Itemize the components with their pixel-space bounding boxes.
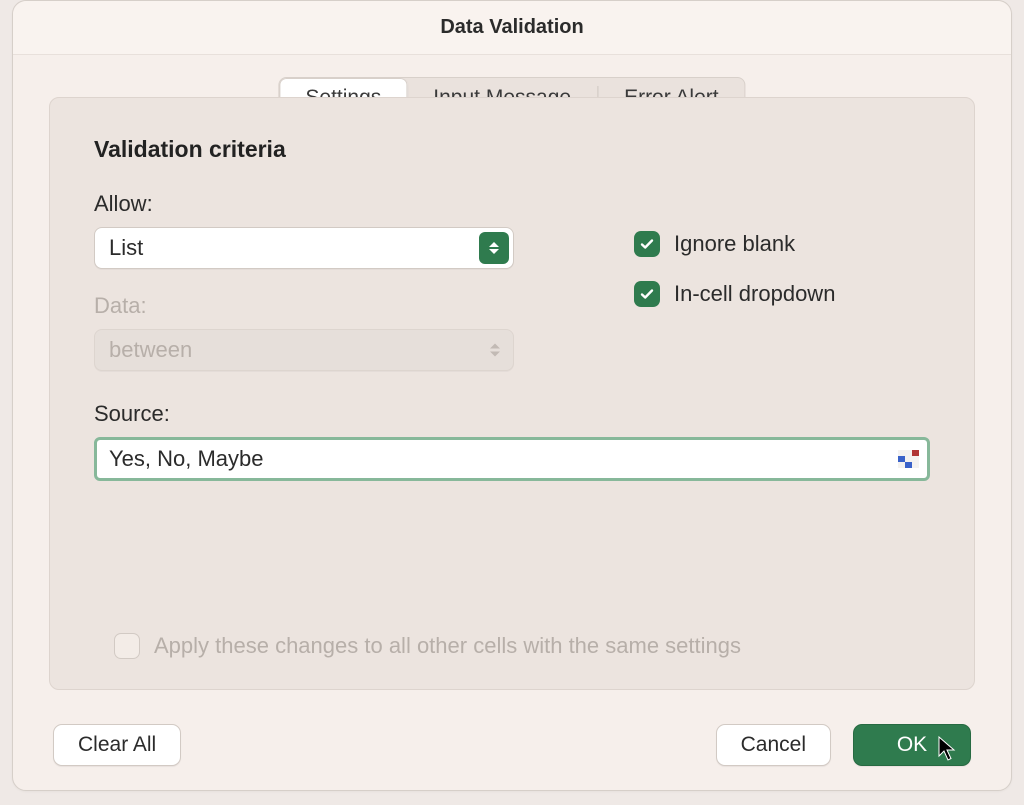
allow-select[interactable]: List (94, 227, 514, 269)
data-select: between (94, 329, 514, 371)
stepper-icon (479, 232, 509, 264)
criteria-right-column: Ignore blank In-cell dropdown (534, 191, 930, 371)
data-label: Data: (94, 293, 534, 319)
settings-panel: Validation criteria Allow: List Data: be… (49, 97, 975, 690)
button-label: Clear All (78, 733, 156, 756)
ok-button[interactable]: OK (853, 724, 971, 766)
data-validation-dialog: Data Validation Settings Input Message E… (12, 0, 1012, 791)
data-select-value: between (94, 329, 514, 371)
clear-all-button[interactable]: Clear All (53, 724, 181, 766)
button-label: OK (897, 733, 927, 756)
checkbox-label: Ignore blank (674, 231, 795, 257)
checkbox-label: In-cell dropdown (674, 281, 835, 307)
source-field-wrap (94, 437, 930, 481)
apply-all-checkbox: Apply these changes to all other cells w… (114, 633, 741, 659)
footer-right-group: Cancel OK (716, 724, 971, 766)
source-input[interactable] (94, 437, 930, 481)
cancel-button[interactable]: Cancel (716, 724, 831, 766)
checkbox-label: Apply these changes to all other cells w… (154, 633, 741, 659)
checkbox-unchecked-icon (114, 633, 140, 659)
allow-select-value: List (94, 227, 514, 269)
range-picker-icon[interactable] (898, 450, 920, 468)
allow-label: Allow: (94, 191, 534, 217)
dialog-footer: Clear All Cancel OK (53, 724, 971, 766)
button-label: Cancel (741, 733, 806, 756)
source-label: Source: (94, 401, 930, 427)
ignore-blank-checkbox[interactable]: Ignore blank (634, 231, 930, 257)
dialog-title: Data Validation (440, 16, 583, 39)
criteria-row: Allow: List Data: between (94, 191, 930, 371)
checkbox-checked-icon (634, 231, 660, 257)
dialog-titlebar: Data Validation (13, 1, 1011, 55)
checkbox-checked-icon (634, 281, 660, 307)
criteria-left-column: Allow: List Data: between (94, 191, 534, 371)
stepper-icon (490, 344, 500, 357)
in-cell-dropdown-checkbox[interactable]: In-cell dropdown (634, 281, 930, 307)
validation-criteria-heading: Validation criteria (94, 136, 930, 163)
